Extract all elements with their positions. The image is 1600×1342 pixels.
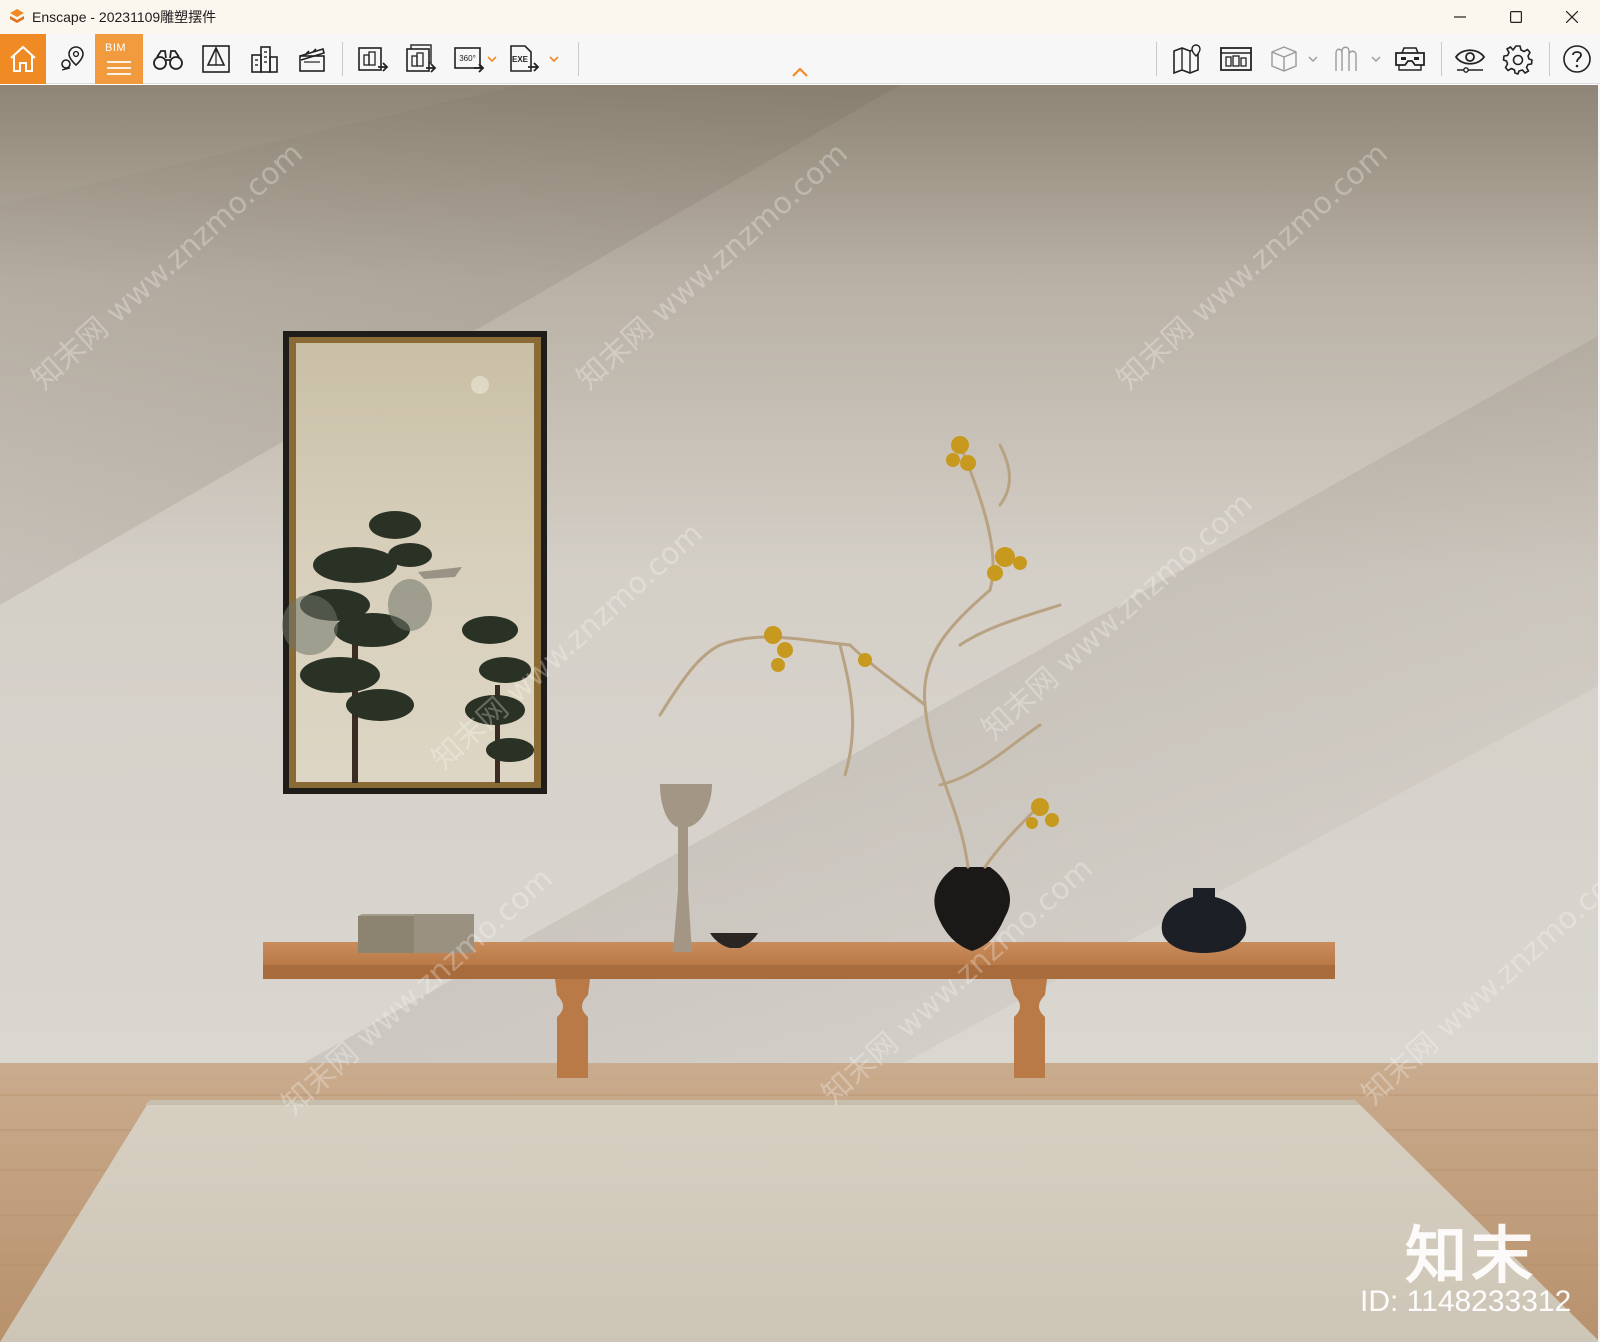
brand-mark: 知末	[1405, 1219, 1538, 1292]
buildings-button[interactable]	[241, 36, 287, 82]
walk-mode-button[interactable]	[145, 36, 191, 82]
enscape-logo-icon	[10, 9, 24, 23]
map-icon	[1173, 44, 1201, 75]
home-icon	[10, 45, 36, 72]
settings-button[interactable]	[1495, 36, 1541, 82]
brand-id: ID: 1148233312	[1360, 1285, 1572, 1318]
settings-gear-icon	[1502, 45, 1533, 75]
chevron-down-icon	[549, 56, 559, 62]
batch-render-button[interactable]	[398, 36, 444, 82]
chevron-down-icon	[1371, 56, 1381, 62]
video-editor-button[interactable]	[289, 36, 335, 82]
asset-library-button[interactable]	[1213, 36, 1259, 82]
chevron-down-icon	[1308, 56, 1318, 62]
exe-export-button[interactable]: EXE	[501, 36, 547, 82]
minimize-button[interactable]	[1432, 0, 1488, 34]
window-controls	[1432, 0, 1600, 34]
binoculars-icon	[153, 50, 183, 70]
visual-settings-button[interactable]	[1447, 36, 1493, 82]
main-toolbar: BIM 360° EXE	[0, 34, 1600, 84]
maximize-button[interactable]	[1488, 0, 1544, 34]
close-button[interactable]	[1544, 0, 1600, 34]
perspective-icon	[202, 45, 230, 73]
buildings-icon	[251, 46, 278, 73]
bim-button[interactable]: BIM	[95, 34, 143, 84]
minimize-icon	[1454, 16, 1466, 18]
screenshot-button[interactable]	[350, 36, 396, 82]
toolbar-separator	[578, 42, 579, 76]
maximize-icon	[1510, 11, 1522, 23]
scene-render	[0, 85, 1600, 1342]
home-button[interactable]	[0, 34, 46, 84]
map-button[interactable]	[1165, 36, 1211, 82]
vr-headset-icon	[1395, 47, 1425, 71]
material-icon	[1335, 46, 1357, 71]
material-dropdown[interactable]	[1370, 52, 1382, 66]
location-pin-icon	[61, 46, 84, 71]
render-viewport[interactable]: 知末网 www.znzmo.com 知末网 www.znzmo.com 知末网 …	[0, 85, 1600, 1342]
toolbar-separator	[1441, 42, 1442, 76]
asset-library-icon	[1220, 47, 1252, 71]
window-title: Enscape - 20231109雕塑摆件	[32, 9, 217, 25]
collapse-toolbar-icon[interactable]	[790, 66, 810, 78]
screenshot-export-icon	[358, 47, 389, 72]
panorama-dropdown[interactable]	[486, 52, 498, 66]
toolbar-separator	[342, 42, 343, 76]
perspective-button[interactable]	[193, 36, 239, 82]
exe-export-icon: EXE	[510, 45, 540, 72]
batch-export-icon	[406, 44, 437, 73]
location-button[interactable]	[49, 36, 95, 82]
clapperboard-icon	[299, 47, 325, 72]
view-dropdown[interactable]	[1307, 52, 1319, 66]
view-management-button[interactable]	[1261, 36, 1307, 82]
bim-label: BIM	[105, 42, 127, 54]
bim-icon	[107, 61, 131, 75]
help-button[interactable]	[1554, 36, 1600, 82]
help-icon	[1563, 45, 1591, 73]
title-bar: Enscape - 20231109雕塑摆件	[0, 0, 1600, 34]
exe-label: EXE	[512, 55, 529, 64]
vr-button[interactable]	[1387, 36, 1433, 82]
visual-settings-icon	[1454, 49, 1486, 73]
exe-dropdown[interactable]	[548, 52, 560, 66]
chevron-down-icon	[487, 56, 497, 62]
toolbar-separator	[1549, 42, 1550, 76]
cube-icon	[1271, 46, 1297, 72]
panorama-label: 360°	[459, 54, 476, 63]
panorama-360-icon: 360°	[454, 47, 485, 73]
material-editor-button[interactable]	[1323, 36, 1369, 82]
close-icon	[1566, 11, 1578, 23]
toolbar-separator	[1156, 42, 1157, 76]
